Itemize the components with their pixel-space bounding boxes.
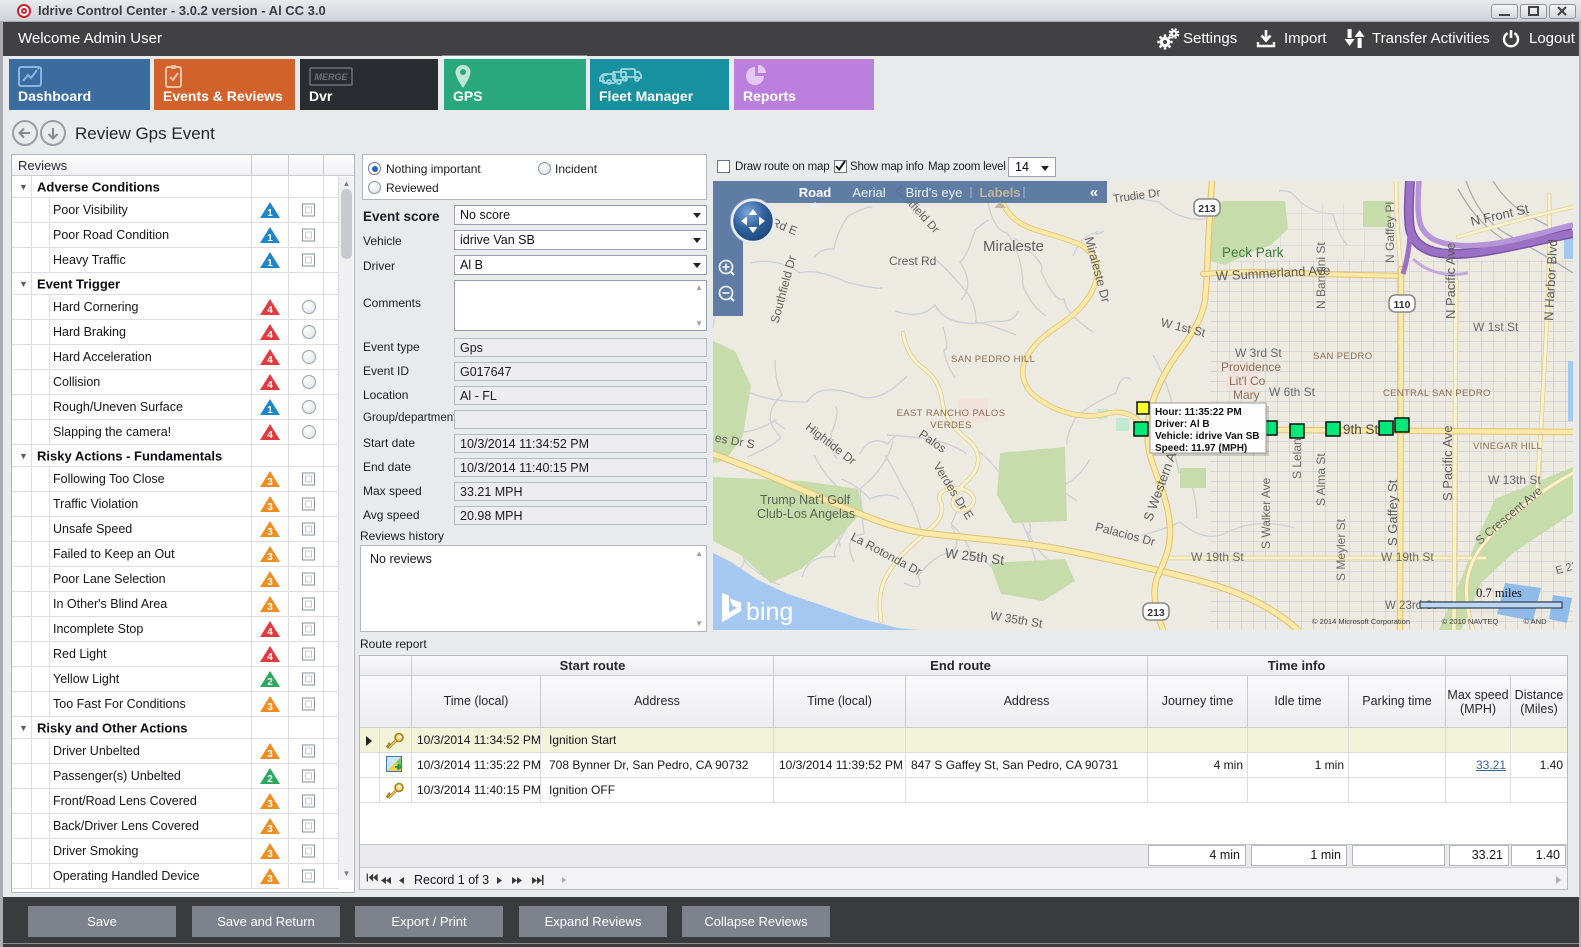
svg-text:Labels: Labels bbox=[979, 185, 1020, 200]
svg-text:3: 3 bbox=[267, 502, 273, 513]
svg-text:3: 3 bbox=[267, 702, 273, 713]
svg-text:W 3rd St: W 3rd St bbox=[1235, 346, 1282, 360]
svg-text:2: 2 bbox=[267, 774, 273, 785]
svg-text:110: 110 bbox=[1394, 299, 1411, 311]
svg-text:Miraleste: Miraleste bbox=[983, 238, 1044, 255]
svg-text:Driver: Al B: Driver: Al B bbox=[1155, 419, 1210, 430]
svg-text:S Alma St: S Alma St bbox=[1314, 453, 1328, 506]
svg-text:Crest Rd: Crest Rd bbox=[889, 254, 936, 268]
svg-text:3: 3 bbox=[267, 849, 273, 860]
svg-text:4: 4 bbox=[267, 652, 273, 663]
svg-text:1: 1 bbox=[267, 233, 273, 244]
svg-text:9th St: 9th St bbox=[1343, 422, 1379, 437]
svg-text:1: 1 bbox=[267, 208, 273, 219]
svg-text:Mary: Mary bbox=[1233, 388, 1260, 402]
svg-text:SAN PEDRO: SAN PEDRO bbox=[1313, 351, 1373, 362]
svg-text:3: 3 bbox=[267, 824, 273, 835]
svg-text:Trump Nat'l Golf: Trump Nat'l Golf bbox=[760, 493, 851, 507]
svg-text:MERGE: MERGE bbox=[314, 72, 348, 82]
svg-text:3: 3 bbox=[267, 874, 273, 885]
svg-text:© AND: © AND bbox=[1523, 617, 1547, 626]
svg-text:4: 4 bbox=[267, 355, 273, 366]
svg-text:3: 3 bbox=[267, 799, 273, 810]
svg-text:1: 1 bbox=[267, 405, 273, 416]
svg-text:VINEGAR HILL: VINEGAR HILL bbox=[1473, 441, 1542, 452]
svg-text:W 1st St: W 1st St bbox=[1473, 320, 1519, 334]
svg-text:2: 2 bbox=[267, 677, 273, 688]
svg-text:Peck Park: Peck Park bbox=[1222, 245, 1284, 260]
svg-text:bing: bing bbox=[746, 598, 793, 626]
svg-text:Providence: Providence bbox=[1221, 360, 1281, 374]
svg-text:S Walker Ave: S Walker Ave bbox=[1259, 477, 1273, 549]
svg-text:Hour: 11:35:22 PM: Hour: 11:35:22 PM bbox=[1155, 407, 1242, 418]
svg-text:3: 3 bbox=[267, 477, 273, 488]
svg-text:3: 3 bbox=[267, 749, 273, 760]
svg-text:S Pacific Ave: S Pacific Ave bbox=[1440, 425, 1455, 501]
svg-text:SAN PEDRO HILL: SAN PEDRO HILL bbox=[951, 354, 1035, 365]
svg-text:213: 213 bbox=[1147, 607, 1165, 619]
svg-text:1: 1 bbox=[267, 258, 273, 269]
svg-text:Record 1 of 3: Record 1 of 3 bbox=[414, 873, 489, 887]
svg-text:4: 4 bbox=[267, 430, 273, 441]
svg-text:W 19th St: W 19th St bbox=[1381, 550, 1434, 564]
svg-text:Road: Road bbox=[799, 185, 832, 200]
svg-text:Lit'l Co: Lit'l Co bbox=[1229, 374, 1266, 388]
svg-text:4: 4 bbox=[267, 627, 273, 638]
svg-text:N Gaffey Pl: N Gaffey Pl bbox=[1383, 202, 1397, 263]
svg-text:W 19th St: W 19th St bbox=[1191, 550, 1244, 564]
svg-text:3: 3 bbox=[267, 552, 273, 563]
svg-text:W 6th St: W 6th St bbox=[1269, 385, 1316, 399]
svg-text:3: 3 bbox=[267, 602, 273, 613]
svg-text:3: 3 bbox=[267, 577, 273, 588]
svg-text:S Meyler St: S Meyler St bbox=[1334, 518, 1348, 581]
svg-text:3: 3 bbox=[267, 527, 273, 538]
svg-text:CENTRAL SAN PEDRO: CENTRAL SAN PEDRO bbox=[1383, 388, 1491, 399]
svg-text:4: 4 bbox=[267, 330, 273, 341]
svg-text:Speed: 11.97 (MPH): Speed: 11.97 (MPH) bbox=[1155, 443, 1247, 454]
svg-text:EAST RANCHO PALOS: EAST RANCHO PALOS bbox=[897, 408, 1006, 419]
svg-text:S Gaffey St: S Gaffey St bbox=[1385, 479, 1400, 546]
svg-text:© 2014 Microsoft Corporation: © 2014 Microsoft Corporation bbox=[1312, 617, 1410, 626]
svg-text:Club-Los Angelas: Club-Los Angelas bbox=[757, 507, 855, 521]
svg-text:Bird's eye: Bird's eye bbox=[906, 185, 963, 200]
svg-text:N Pacific Ave: N Pacific Ave bbox=[1443, 243, 1458, 319]
svg-text:© 2010 NAVTEQ: © 2010 NAVTEQ bbox=[1442, 617, 1499, 626]
svg-text:S Leland: S Leland bbox=[1290, 432, 1304, 479]
svg-text:Aerial: Aerial bbox=[852, 185, 885, 200]
svg-text:213: 213 bbox=[1198, 203, 1216, 215]
svg-text:«: « bbox=[1090, 184, 1098, 201]
svg-text:4: 4 bbox=[267, 305, 273, 316]
svg-text:4: 4 bbox=[267, 380, 273, 391]
svg-text:Vehicle: idrive Van SB: Vehicle: idrive Van SB bbox=[1155, 431, 1260, 442]
svg-text:0.7 miles: 0.7 miles bbox=[1476, 586, 1522, 600]
svg-text:VERDES: VERDES bbox=[930, 420, 971, 431]
